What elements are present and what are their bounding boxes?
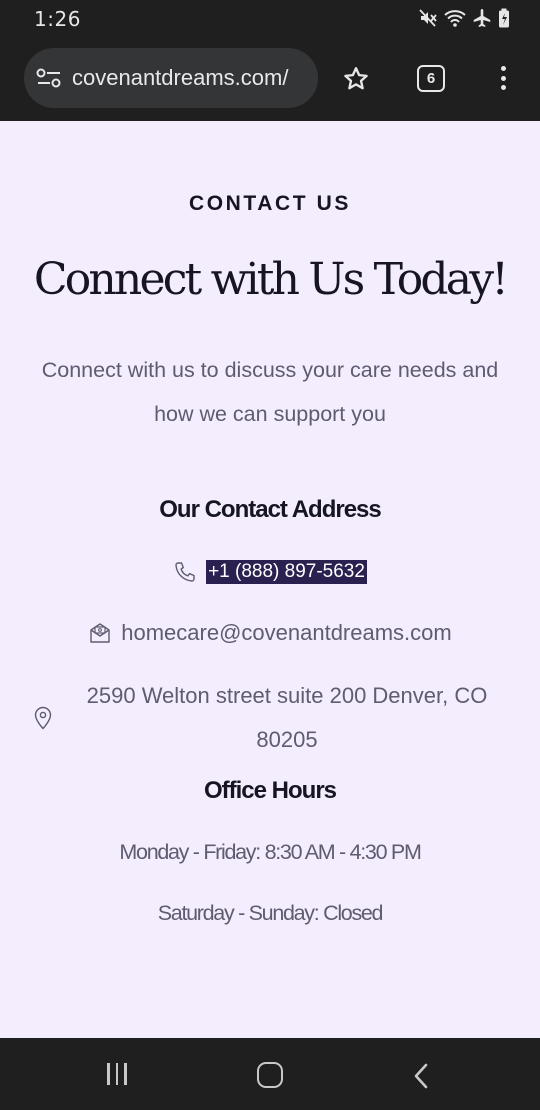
recent-apps-icon[interactable] bbox=[107, 1063, 127, 1085]
airplane-icon bbox=[472, 8, 492, 28]
hours-weekday: Monday - Friday: 8:30 AM - 4:30 PM bbox=[119, 840, 421, 864]
overflow-menu-icon[interactable] bbox=[498, 66, 508, 92]
email-icon bbox=[88, 621, 112, 645]
browser-toolbar: covenantdreams.com/ 6 bbox=[0, 36, 540, 158]
office-hours-heading: Office Hours bbox=[203, 777, 337, 804]
status-time: 1:26 bbox=[34, 7, 81, 31]
back-icon[interactable] bbox=[412, 1063, 430, 1094]
email-link[interactable]: homecare@covenantdreams.com bbox=[121, 620, 451, 646]
page-content: CONTACT US Connect with Us Today! Connec… bbox=[0, 122, 540, 1038]
phone-icon bbox=[173, 560, 197, 584]
address-bar[interactable]: covenantdreams.com/ bbox=[24, 48, 318, 108]
hours-weekend: Saturday - Sunday: Closed bbox=[157, 901, 384, 925]
page-headline: Connect with Us Today! bbox=[33, 254, 509, 305]
contact-address-heading: Our Contact Address bbox=[159, 496, 381, 523]
status-bar: 1:26 bbox=[0, 0, 540, 36]
address-text: 2590 Welton street suite 200 Denver, CO … bbox=[86, 683, 488, 752]
battery-icon bbox=[498, 8, 510, 28]
wifi-icon bbox=[444, 8, 466, 28]
tab-switcher-icon[interactable]: 6 bbox=[417, 65, 445, 92]
status-icons bbox=[418, 6, 510, 30]
home-icon[interactable] bbox=[257, 1062, 283, 1088]
location-pin-icon bbox=[33, 706, 53, 735]
phone-link[interactable]: +1 (888) 897-5632 bbox=[206, 560, 367, 584]
section-eyebrow: CONTACT US bbox=[188, 192, 352, 215]
url-text[interactable]: covenantdreams.com/ bbox=[72, 65, 288, 91]
site-settings-icon[interactable] bbox=[36, 67, 62, 94]
url-fade bbox=[302, 48, 318, 108]
system-nav-bar bbox=[0, 1038, 540, 1110]
phone-row[interactable]: +1 (888) 897-5632 bbox=[0, 560, 540, 584]
mute-icon bbox=[418, 8, 438, 28]
page-lede: Connect with us to discuss your care nee… bbox=[41, 358, 499, 426]
bookmark-star-icon[interactable] bbox=[342, 65, 370, 98]
email-row[interactable]: homecare@covenantdreams.com bbox=[0, 620, 540, 646]
